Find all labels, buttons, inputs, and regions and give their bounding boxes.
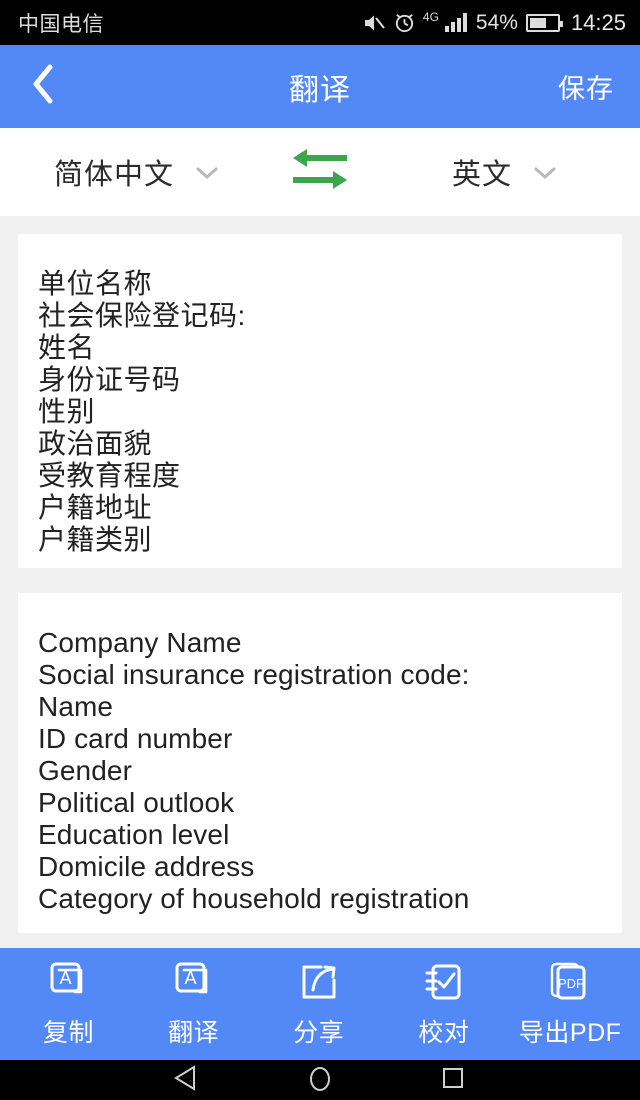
android-recents-button[interactable]: [423, 1060, 483, 1100]
export-pdf-button[interactable]: PDF 导出PDF: [519, 960, 622, 1049]
source-text-line: 性别: [38, 396, 96, 427]
content-area: 单位名称 社会保险登记码: 姓名 身份证号码 性别 政治面貌 受教育程度 户籍地…: [0, 216, 640, 948]
page-title: 翻译: [289, 73, 351, 107]
translated-text-line: Gender: [38, 755, 132, 786]
translated-text-card[interactable]: Company Name Social insurance registrati…: [18, 593, 622, 933]
signal-bars-icon: [444, 13, 467, 32]
source-text-line: 身份证号码: [38, 364, 181, 395]
source-text-line: 户籍类别: [38, 524, 153, 555]
translated-text-line: Company Name: [38, 627, 242, 658]
android-recents-icon: [440, 1065, 466, 1096]
battery-percent-label: 54%: [475, 10, 518, 34]
android-nav-bar: [0, 1060, 640, 1100]
source-text-line: 户籍地址: [38, 492, 153, 523]
source-text-line: 社会保险登记码:: [38, 300, 246, 331]
android-home-icon: [306, 1064, 334, 1097]
status-bar: 中国电信 4G 54% 14:25: [0, 0, 640, 45]
swap-languages-button[interactable]: [272, 147, 368, 198]
source-text-line: 姓名: [38, 332, 96, 363]
copy-button[interactable]: A 复制: [19, 960, 119, 1049]
back-chevron-icon: [30, 62, 56, 111]
save-button[interactable]: 保存: [558, 67, 614, 106]
export-pdf-label: 导出PDF: [518, 1018, 622, 1047]
svg-text:A: A: [184, 968, 196, 988]
carrier-label: 中国电信: [18, 12, 104, 36]
proofread-check-icon: [422, 960, 466, 1004]
translated-text-line: Political outlook: [38, 787, 235, 818]
source-language-label: 简体中文: [53, 159, 174, 191]
bottom-toolbar: A 复制 A 翻译 分享 校对 PDF 导出PDF: [0, 948, 640, 1060]
clock-label: 14:25: [570, 9, 626, 35]
translated-text-line: Name: [38, 691, 114, 722]
proofread-button[interactable]: 校对: [394, 960, 494, 1049]
translated-text-line: Social insurance registration code:: [38, 659, 470, 690]
source-text-line: 政治面貌: [38, 428, 153, 459]
share-label: 分享: [293, 1018, 345, 1047]
svg-text:A: A: [59, 968, 71, 988]
translate-label: 翻译: [168, 1018, 220, 1047]
source-text-card[interactable]: 单位名称 社会保险登记码: 姓名 身份证号码 性别 政治面貌 受教育程度 户籍地…: [18, 234, 622, 568]
language-bar: 简体中文 英文: [0, 128, 640, 216]
alarm-icon: [393, 11, 416, 34]
source-language-selector[interactable]: 简体中文: [0, 151, 272, 193]
app-bar: 翻译 保存: [0, 45, 640, 128]
android-back-button[interactable]: [157, 1060, 217, 1100]
back-button[interactable]: [0, 45, 86, 128]
chevron-down-icon: [534, 166, 556, 179]
battery-icon: [525, 13, 563, 32]
translate-text-icon: A: [171, 960, 217, 1004]
mute-icon: [362, 12, 386, 34]
share-button[interactable]: 分享: [269, 960, 369, 1049]
source-text-line: 单位名称: [38, 268, 153, 299]
translated-text-line: Category of household registration: [38, 883, 470, 914]
translated-text-line: Domicile address: [38, 851, 255, 882]
android-home-button[interactable]: [290, 1060, 350, 1100]
target-language-selector[interactable]: 英文: [368, 151, 640, 193]
svg-text:PDF: PDF: [558, 976, 584, 991]
translate-button[interactable]: A 翻译: [144, 960, 244, 1049]
translated-text-line: Education level: [38, 819, 230, 850]
phone-screen: 中国电信 4G 54% 14:25 翻译 保存 简体中文 英文 单位名称 社会保…: [0, 0, 640, 1100]
export-pdf-icon: PDF: [547, 960, 593, 1004]
target-language-label: 英文: [451, 159, 512, 191]
status-icons: 4G 54% 14:25: [362, 10, 626, 36]
chevron-down-icon: [196, 166, 218, 179]
network-type-label: 4G: [422, 9, 439, 24]
android-back-icon: [172, 1064, 202, 1096]
translated-text-line: ID card number: [38, 723, 233, 754]
copy-label: 复制: [43, 1018, 95, 1047]
copy-text-icon: A: [46, 960, 92, 1004]
swap-arrows-icon: [289, 147, 351, 198]
share-icon: [297, 960, 341, 1004]
source-text-line: 受教育程度: [38, 460, 181, 491]
proofread-label: 校对: [418, 1018, 470, 1047]
